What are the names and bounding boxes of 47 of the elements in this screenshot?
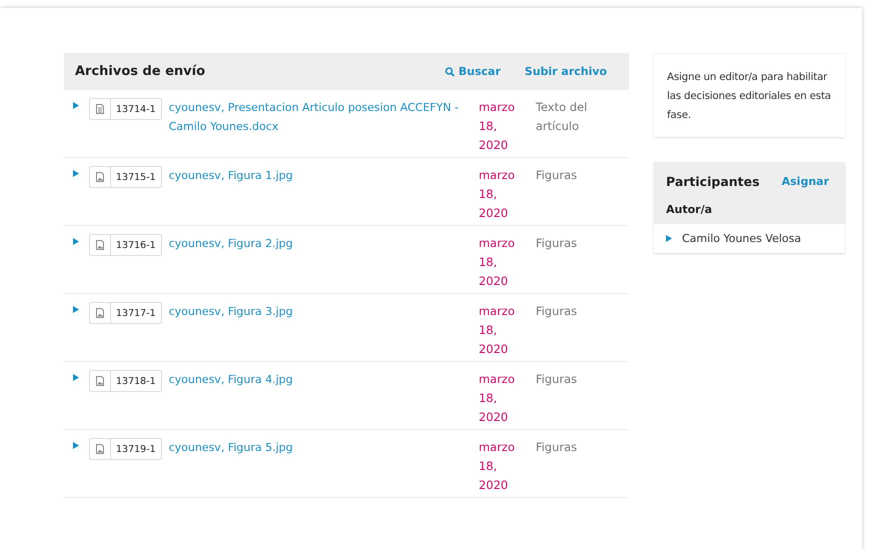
file-id: 13718-1	[115, 374, 157, 388]
group-label: Autor/a	[654, 195, 845, 224]
file-id: 13714-1	[115, 102, 157, 116]
upload-link[interactable]: Subir archivo	[524, 65, 607, 78]
file-date: marzo 18, 2020	[478, 303, 516, 358]
file-date: marzo 18, 2020	[478, 371, 516, 426]
file-name-link[interactable]: cyounesv, Figura 5.jpg	[168, 438, 469, 457]
caret-icon[interactable]	[73, 170, 79, 177]
file-type: Texto del artículo	[536, 99, 588, 135]
image-file-icon	[96, 240, 104, 250]
panel-title: Archivos de envío	[75, 64, 206, 79]
file-date: marzo 18, 2020	[478, 167, 516, 222]
file-type: Figuras	[536, 235, 578, 252]
search-link[interactable]: Buscar	[444, 65, 501, 78]
file-name-link[interactable]: cyounesv, Figura 4.jpg	[168, 370, 469, 389]
file-name-link[interactable]: cyounesv, Figura 2.jpg	[168, 234, 469, 253]
document-icon	[96, 104, 104, 114]
search-label: Buscar	[458, 65, 501, 78]
file-date: marzo 18, 2020	[478, 235, 516, 290]
caret-icon[interactable]	[73, 102, 79, 109]
file-type: Figuras	[536, 167, 578, 184]
file-name-link[interactable]: cyounesv, Figura 1.jpg	[168, 166, 469, 185]
image-file-icon	[96, 376, 104, 386]
notice-text: Asigne un editor/a para habilitar las decisiones editoriales en esta fase.	[654, 53, 845, 137]
assign-link[interactable]: Asignar	[782, 175, 829, 188]
file-date: marzo 18, 2020	[478, 99, 516, 154]
image-file-icon	[96, 444, 104, 454]
file-id: 13719-1	[115, 442, 157, 456]
file-type: Figuras	[536, 303, 578, 320]
file-type: Figuras	[536, 371, 578, 388]
file-id: 13716-1	[115, 238, 157, 252]
caret-icon[interactable]	[73, 306, 79, 313]
file-name-link[interactable]: cyounesv, Figura 3.jpg	[168, 302, 469, 321]
file-name-link[interactable]: cyounesv, Presentacion Articulo posesion ACCEFYN - Camilo Younes.docx	[168, 98, 469, 136]
file-id: 13715-1	[115, 170, 157, 184]
image-file-icon	[96, 172, 104, 182]
caret-icon[interactable]	[666, 235, 672, 242]
file-type: Figuras	[536, 439, 578, 456]
file-id: 13717-1	[115, 306, 157, 320]
file-date: marzo 18, 2020	[478, 439, 516, 494]
search-icon	[444, 66, 454, 76]
caret-icon[interactable]	[73, 238, 79, 245]
participant-name[interactable]: Camilo Younes Velosa	[682, 232, 802, 245]
caret-icon[interactable]	[73, 374, 79, 381]
image-file-icon	[96, 308, 104, 318]
caret-icon[interactable]	[73, 442, 79, 449]
participants-title: Participantes	[666, 174, 760, 189]
